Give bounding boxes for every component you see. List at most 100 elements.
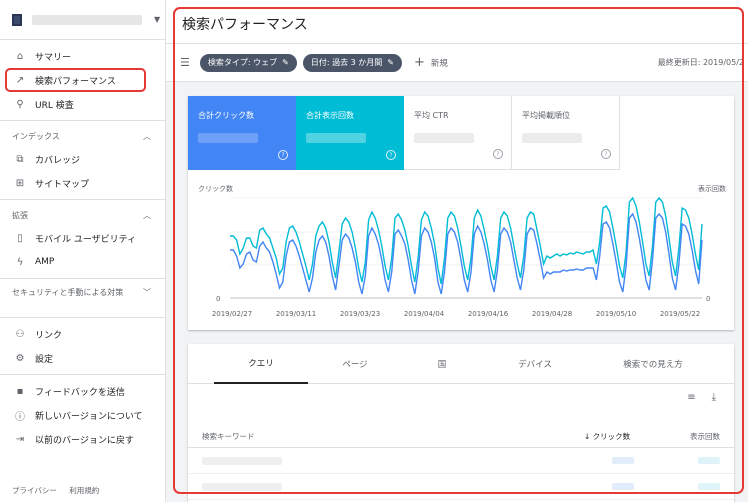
sidebar-item-summary[interactable]: ⌂ サマリー [0,44,165,68]
col-clicks[interactable]: ↓ クリック数 [584,431,630,442]
chevron-down-icon[interactable]: ﹀ [143,287,151,299]
chart-svg: 0 0 2019/02/27 2019/03/11 2019/03/23 2019/04/… [212,196,710,318]
sidebar-item-label: URL 検査 [35,100,74,111]
sidebar-item-label: AMP [35,257,55,267]
sidebar-item-bottom-1[interactable]: ⚙ 設定 [0,346,165,370]
metric-label: 合計表示回数 [306,111,354,120]
redacted-keyword [202,457,282,465]
metric-value-redacted [306,133,366,143]
chevron-up-icon[interactable]: ︿ [143,131,151,142]
metric-total-impressions[interactable]: 合計表示回数? [296,96,404,170]
col-keyword[interactable]: 検索キーワード [202,431,255,442]
property-selector[interactable]: ▼ [0,0,165,40]
chevron-up-icon[interactable]: ︿ [143,210,151,221]
x-tick-label: 2019/05/10 [596,310,636,318]
section-security[interactable]: セキュリティと手動による対策 ﹀ [0,283,165,313]
sidebar-item-index-1[interactable]: ⊞ サイトマップ [0,171,165,195]
date-chip[interactable]: 日付: 過去 3 か月間 ✎ [302,53,402,72]
sidebar-item-feedback-2[interactable]: ⇥ 以前のバージョンに戻す [0,427,165,451]
sitemap-icon: ⊞ [15,177,25,189]
divider [0,199,165,200]
x-tick-label: 2019/04/16 [468,310,509,318]
edit-icon: ✎ [387,58,394,67]
table-card: クエリ ページ国デバイス 検索での見え方 ≡ ⤓ 検索キーワード ↓ クリック数 表… [188,344,734,502]
privacy-link[interactable]: プライバシー [12,486,57,495]
sidebar-item-bottom-0[interactable]: ⚇ リンク [0,322,165,346]
chevron-down-icon[interactable]: ▼ [154,15,160,24]
search-icon: ⚲ [16,98,24,110]
filter-icon[interactable]: ≡ [687,392,695,403]
metric-value-redacted [522,133,582,143]
metric-value-redacted [198,133,258,143]
metric-label: 平均掲載順位 [522,111,570,120]
copy-icon: ⧉ [16,153,24,165]
filter-icon[interactable]: ☰ [180,56,190,69]
table-row[interactable] [188,448,734,474]
help-icon[interactable]: ? [493,149,503,159]
sidebar-item-label: 設定 [35,354,54,365]
sidebar-item-label: フィードバックを送信 [35,387,125,398]
feedback-icon: ▪ [16,385,24,397]
divider [0,120,165,121]
search-type-chip[interactable]: 検索タイプ: ウェブ ✎ [199,53,297,72]
section-index[interactable]: インデックス ︿ [0,125,165,147]
help-icon[interactable]: ? [278,150,288,160]
tab-2[interactable]: 国 [402,344,482,384]
help-icon[interactable]: ? [386,150,396,160]
plus-icon: + [413,55,425,70]
redacted-impressions [698,483,720,490]
y-tick-left: 0 [216,295,220,303]
page-title: 検索パフォーマンス [182,17,308,33]
x-tick-label: 2019/03/23 [340,310,380,318]
performance-card: 合計クリック数? 合計表示回数? 平均 CTR? 平均掲載順位? クリック数 表示回数… [188,96,734,330]
sidebar-item-index-0[interactable]: ⧉ カバレッジ [0,147,165,171]
x-tick-label: 2019/02/27 [212,310,252,318]
y-tick-right: 0 [706,295,710,303]
sidebar-item-feedback-0[interactable]: ▪ フィードバックを送信 [0,379,165,403]
metric-avg-ctr[interactable]: 平均 CTR? [404,96,512,170]
terms-link[interactable]: 利用規約 [69,486,99,495]
metric-avg-position[interactable]: 平均掲載順位? [512,96,620,170]
col-impressions[interactable]: 表示回数 [690,431,720,442]
nav-feedback: ▪ フィードバックを送信 ⓘ 新しいバージョンについて ⇥ 以前のバージョンに戻す [0,379,165,451]
gear-icon: ⚙ [15,352,25,364]
x-tick-label: 2019/04/04 [404,310,445,318]
table-row[interactable] [188,474,734,500]
section-enhancements[interactable]: 拡張 ︿ [0,204,165,226]
x-tick-label: 2019/04/28 [532,310,572,318]
filter-bar: ☰ 検索タイプ: ウェブ ✎ 日付: 過去 3 か月間 ✎ + 新規 最終更新日: 2… [166,44,748,82]
tab-bar: クエリ ページ国デバイス 検索での見え方 [188,344,734,384]
table-header: 検索キーワード ↓ クリック数 表示回数 [188,422,734,448]
tab-0[interactable]: クエリ [214,344,308,384]
new-filter-button[interactable]: + 新規 [414,55,448,70]
table-tools: ≡ ⤓ [671,392,716,403]
sidebar-item-label: 新しいバージョンについて [35,411,143,422]
home-icon: ⌂ [16,50,24,62]
x-tick-label: 2019/05/22 [660,310,700,318]
last-updated: 最終更新日: 2019/05/2 [657,58,744,67]
sidebar-item-enhance-0[interactable]: ▯ モバイル ユーザビリティ [0,226,165,250]
sidebar-item-label: モバイル ユーザビリティ [35,234,137,245]
metric-total-clicks[interactable]: 合計クリック数? [188,96,296,170]
property-name-redacted [32,14,142,25]
help-icon[interactable]: ? [601,149,611,159]
divider [0,374,165,375]
tab-1[interactable]: ページ [308,344,402,384]
edit-icon: ✎ [282,58,289,67]
series-clicks-line [230,212,703,295]
title-bar: 検索パフォーマンス [166,0,748,44]
tab-4[interactable]: 検索での見え方 [588,344,718,384]
sidebar-item-enhance-1[interactable]: ϟ AMP [0,250,165,274]
divider [0,278,165,279]
sidebar-item-url-inspection[interactable]: ⚲ URL 検査 [0,92,165,116]
metrics-row: 合計クリック数? 合計表示回数? 平均 CTR? 平均掲載順位? [188,96,734,170]
nav-bottom: ⚇ リンク ⚙ 設定 [0,322,165,370]
sidebar-item-label: 以前のバージョンに戻す [35,435,134,446]
redacted-keyword [202,483,282,491]
redacted-clicks [612,483,634,490]
download-icon[interactable]: ⤓ [712,392,716,403]
sidebar-item-label: サマリー [35,52,72,63]
tab-3[interactable]: デバイス [482,344,588,384]
sidebar-item-feedback-1[interactable]: ⓘ 新しいバージョンについて [0,403,165,427]
metric-label: 合計クリック数 [198,111,254,120]
